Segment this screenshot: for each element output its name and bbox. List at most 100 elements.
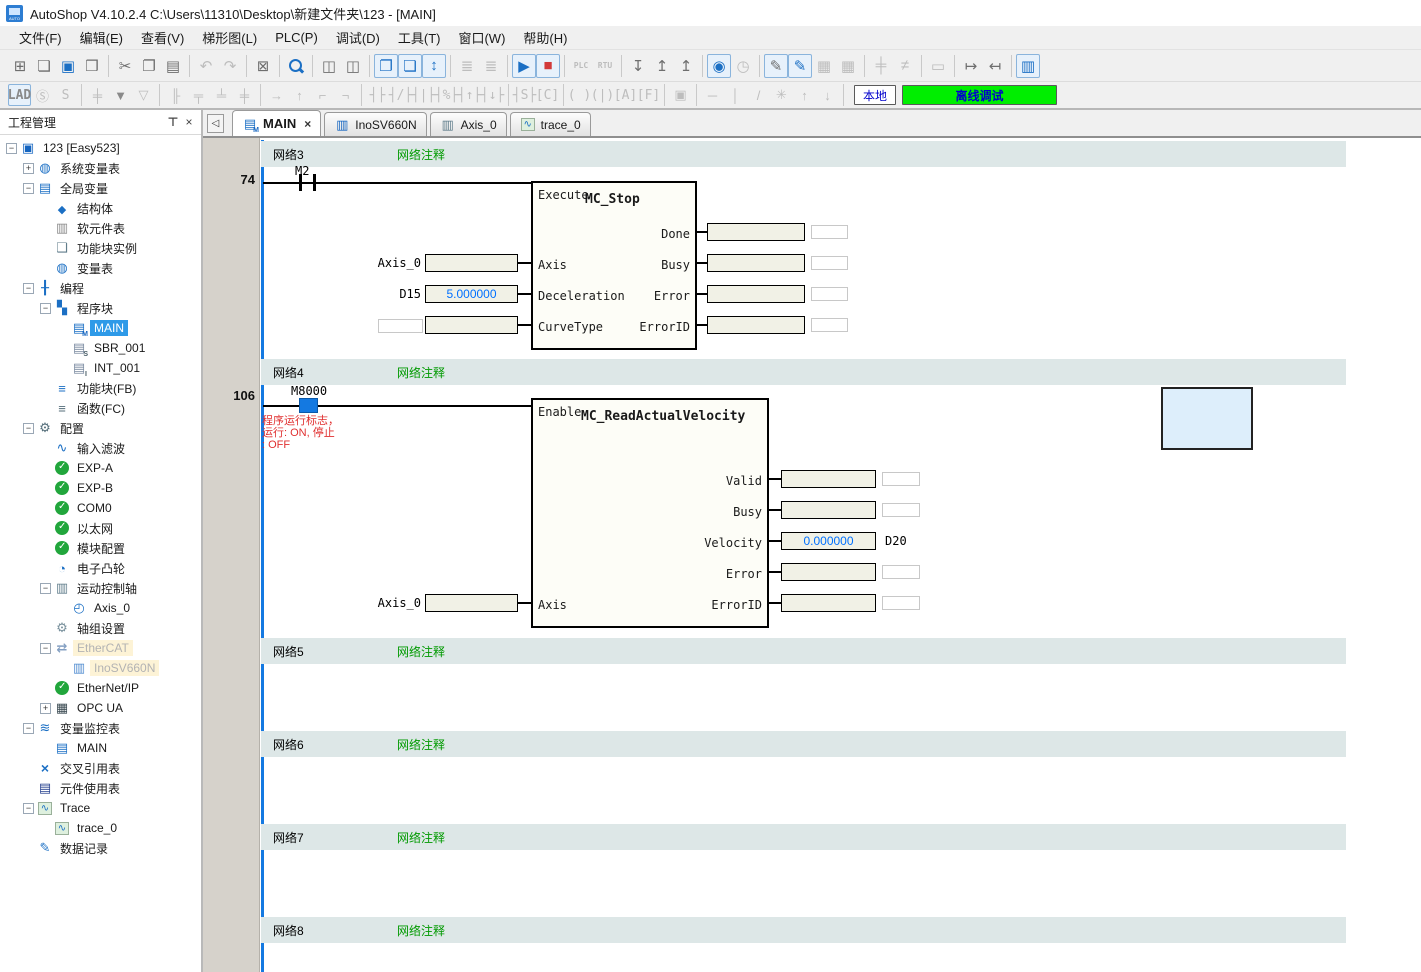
variable-sort-button[interactable]: ↕	[422, 54, 446, 78]
tree-item-trace-0[interactable]: trace_0	[0, 818, 201, 838]
tree-item-int-001[interactable]: INT_001	[0, 358, 201, 378]
step-into-button[interactable]: ↦	[959, 54, 983, 78]
tree-item-ethercat[interactable]: EtherCAT	[0, 638, 201, 658]
expander-icon[interactable]	[40, 643, 51, 654]
tree-item-axis-0[interactable]: Axis_0	[0, 598, 201, 618]
network6-header[interactable]: 网络6 网络注释	[261, 731, 1346, 757]
tree-item-sbr-001[interactable]: SBR_001	[0, 338, 201, 358]
menu-window[interactable]: 窗口(W)	[449, 25, 514, 50]
tree-item-program-blocks[interactable]: 程序块	[0, 298, 201, 318]
contact-no-symbol[interactable]	[299, 174, 302, 191]
upload-button[interactable]: ↥	[650, 54, 674, 78]
menu-tools[interactable]: 工具(T)	[389, 25, 450, 50]
tree-item-axis-group-settings[interactable]: 轴组设置	[0, 618, 201, 638]
upload-compare-button[interactable]: ↥	[674, 54, 698, 78]
line-delete-all-button[interactable]: ✳	[770, 84, 793, 106]
branch-close-button[interactable]: ╤	[187, 84, 210, 106]
download-button[interactable]: ↧	[626, 54, 650, 78]
stop-button[interactable]: ■	[536, 54, 560, 78]
selection-rectangle[interactable]	[1161, 387, 1253, 450]
menu-view[interactable]: 查看(V)	[132, 25, 193, 50]
expander-icon[interactable]	[40, 583, 51, 594]
tree-item-global-variables[interactable]: 全局变量	[0, 178, 201, 198]
expander-icon[interactable]	[40, 703, 51, 714]
network4-header[interactable]: 网络4 网络注释	[261, 359, 1346, 385]
tree-item-module-config[interactable]: 模块配置	[0, 538, 201, 558]
errorid-value-box[interactable]	[781, 594, 876, 612]
divider-button[interactable]: ╪	[86, 84, 109, 106]
network8-comment[interactable]: 网络注释	[397, 922, 445, 939]
menu-ladder[interactable]: 梯形图(L)	[193, 25, 266, 50]
branch-cross-button[interactable]: ╪	[233, 84, 256, 106]
menu-help[interactable]: 帮助(H)	[514, 25, 576, 50]
check-program-button[interactable]: ≣	[455, 54, 479, 78]
delete-button[interactable]: ⊠	[251, 54, 275, 78]
branch-open-button[interactable]: ╟	[164, 84, 187, 106]
tree-item-device-table[interactable]: 软元件表	[0, 218, 201, 238]
network4-comment[interactable]: 网络注释	[397, 364, 445, 381]
delete-row-button[interactable]: ≠	[893, 54, 917, 78]
monitor-button[interactable]: ◉	[707, 54, 731, 78]
tab-axis-0[interactable]: Axis_0	[430, 112, 507, 136]
busy-operand-box[interactable]	[811, 256, 848, 270]
func-instruction-button[interactable]: [F]	[637, 84, 660, 106]
tab-inosv660n[interactable]: InoSV660N	[324, 112, 426, 136]
axis-operand[interactable]: Axis_0	[263, 596, 421, 610]
open-project-button[interactable]: ❏	[32, 54, 56, 78]
tree-item-struct[interactable]: 结构体	[0, 198, 201, 218]
contact-operand[interactable]: M8000	[291, 384, 327, 398]
error-operand-box[interactable]	[811, 287, 848, 301]
axis-operand[interactable]: Axis_0	[263, 256, 421, 270]
wire-corner-down-button[interactable]: ⌐	[311, 84, 334, 106]
done-operand-box[interactable]	[811, 225, 848, 239]
axis-value-box[interactable]	[425, 254, 518, 272]
network5-header[interactable]: 网络5 网络注释	[261, 638, 1346, 664]
contact-operand[interactable]: M2	[295, 164, 309, 178]
close-icon[interactable]: ×	[181, 114, 197, 130]
tree-item-trace[interactable]: Trace	[0, 798, 201, 818]
lad-view-button[interactable]: LAD	[8, 84, 31, 106]
insert-function-block-button[interactable]: ▣	[669, 84, 692, 106]
tree-item-exp-a[interactable]: EXP-A	[0, 458, 201, 478]
sfc-step-2-button[interactable]: S	[54, 84, 77, 106]
coil-invert-button[interactable]: (|)	[591, 84, 614, 106]
tree-item-functions[interactable]: 函数(FC)	[0, 398, 201, 418]
tree-item-exp-b[interactable]: EXP-B	[0, 478, 201, 498]
line-horizontal-button[interactable]: ─	[701, 84, 724, 106]
tree-item-motion-control-axis[interactable]: 运动控制轴	[0, 578, 201, 598]
oscilloscope-button[interactable]: ◷	[731, 54, 755, 78]
busy-value-box[interactable]	[781, 501, 876, 519]
deceleration-value-box[interactable]: 5.000000	[425, 285, 518, 303]
valid-operand-box[interactable]	[882, 472, 920, 486]
expander-icon[interactable]	[23, 283, 34, 294]
mc-stop-block[interactable]: Execute MC_Stop Done Busy Error ErrorID …	[531, 181, 697, 350]
errorid-operand-box[interactable]	[882, 596, 920, 610]
cut-button[interactable]: ✂	[113, 54, 137, 78]
menu-file[interactable]: 文件(F)	[10, 25, 71, 50]
local-mode-button[interactable]: 本地	[854, 85, 896, 105]
line-vertical-button[interactable]: │	[724, 84, 747, 106]
network5-comment[interactable]: 网络注释	[397, 643, 445, 660]
velocity-operand[interactable]: D20	[885, 534, 907, 548]
compile-all-button[interactable]: ▦	[836, 54, 860, 78]
tree-item-cross-reference-table[interactable]: 交叉引用表	[0, 758, 201, 778]
copy-button[interactable]: ❐	[137, 54, 161, 78]
search-button[interactable]	[284, 54, 308, 78]
error-operand-box[interactable]	[882, 565, 920, 579]
tree-item-electronic-cam[interactable]: 电子凸轮	[0, 558, 201, 578]
tree-item-opc-ua[interactable]: OPC UA	[0, 698, 201, 718]
wire-corner-up-button[interactable]: ¬	[334, 84, 357, 106]
network3-header[interactable]: 网络3 网络注释	[261, 141, 1346, 167]
network7-header[interactable]: 网络7 网络注释	[261, 824, 1346, 850]
print-button[interactable]: ◫	[341, 54, 365, 78]
tree-item-com0[interactable]: COM0	[0, 498, 201, 518]
rtu-config-button[interactable]: RTU	[593, 54, 617, 78]
branch-merge-button[interactable]: ╧	[210, 84, 233, 106]
busy-value-box[interactable]	[707, 254, 805, 272]
expander-icon[interactable]	[40, 303, 51, 314]
tree-item-ethernet[interactable]: 以太网	[0, 518, 201, 538]
arrow-down-solid-button[interactable]: ▼	[109, 84, 132, 106]
contact-parallel-nc-button[interactable]: ┤%├	[435, 84, 458, 106]
counter-button[interactable]: [C]	[536, 84, 559, 106]
network8-header[interactable]: 网络8 网络注释	[261, 917, 1346, 943]
